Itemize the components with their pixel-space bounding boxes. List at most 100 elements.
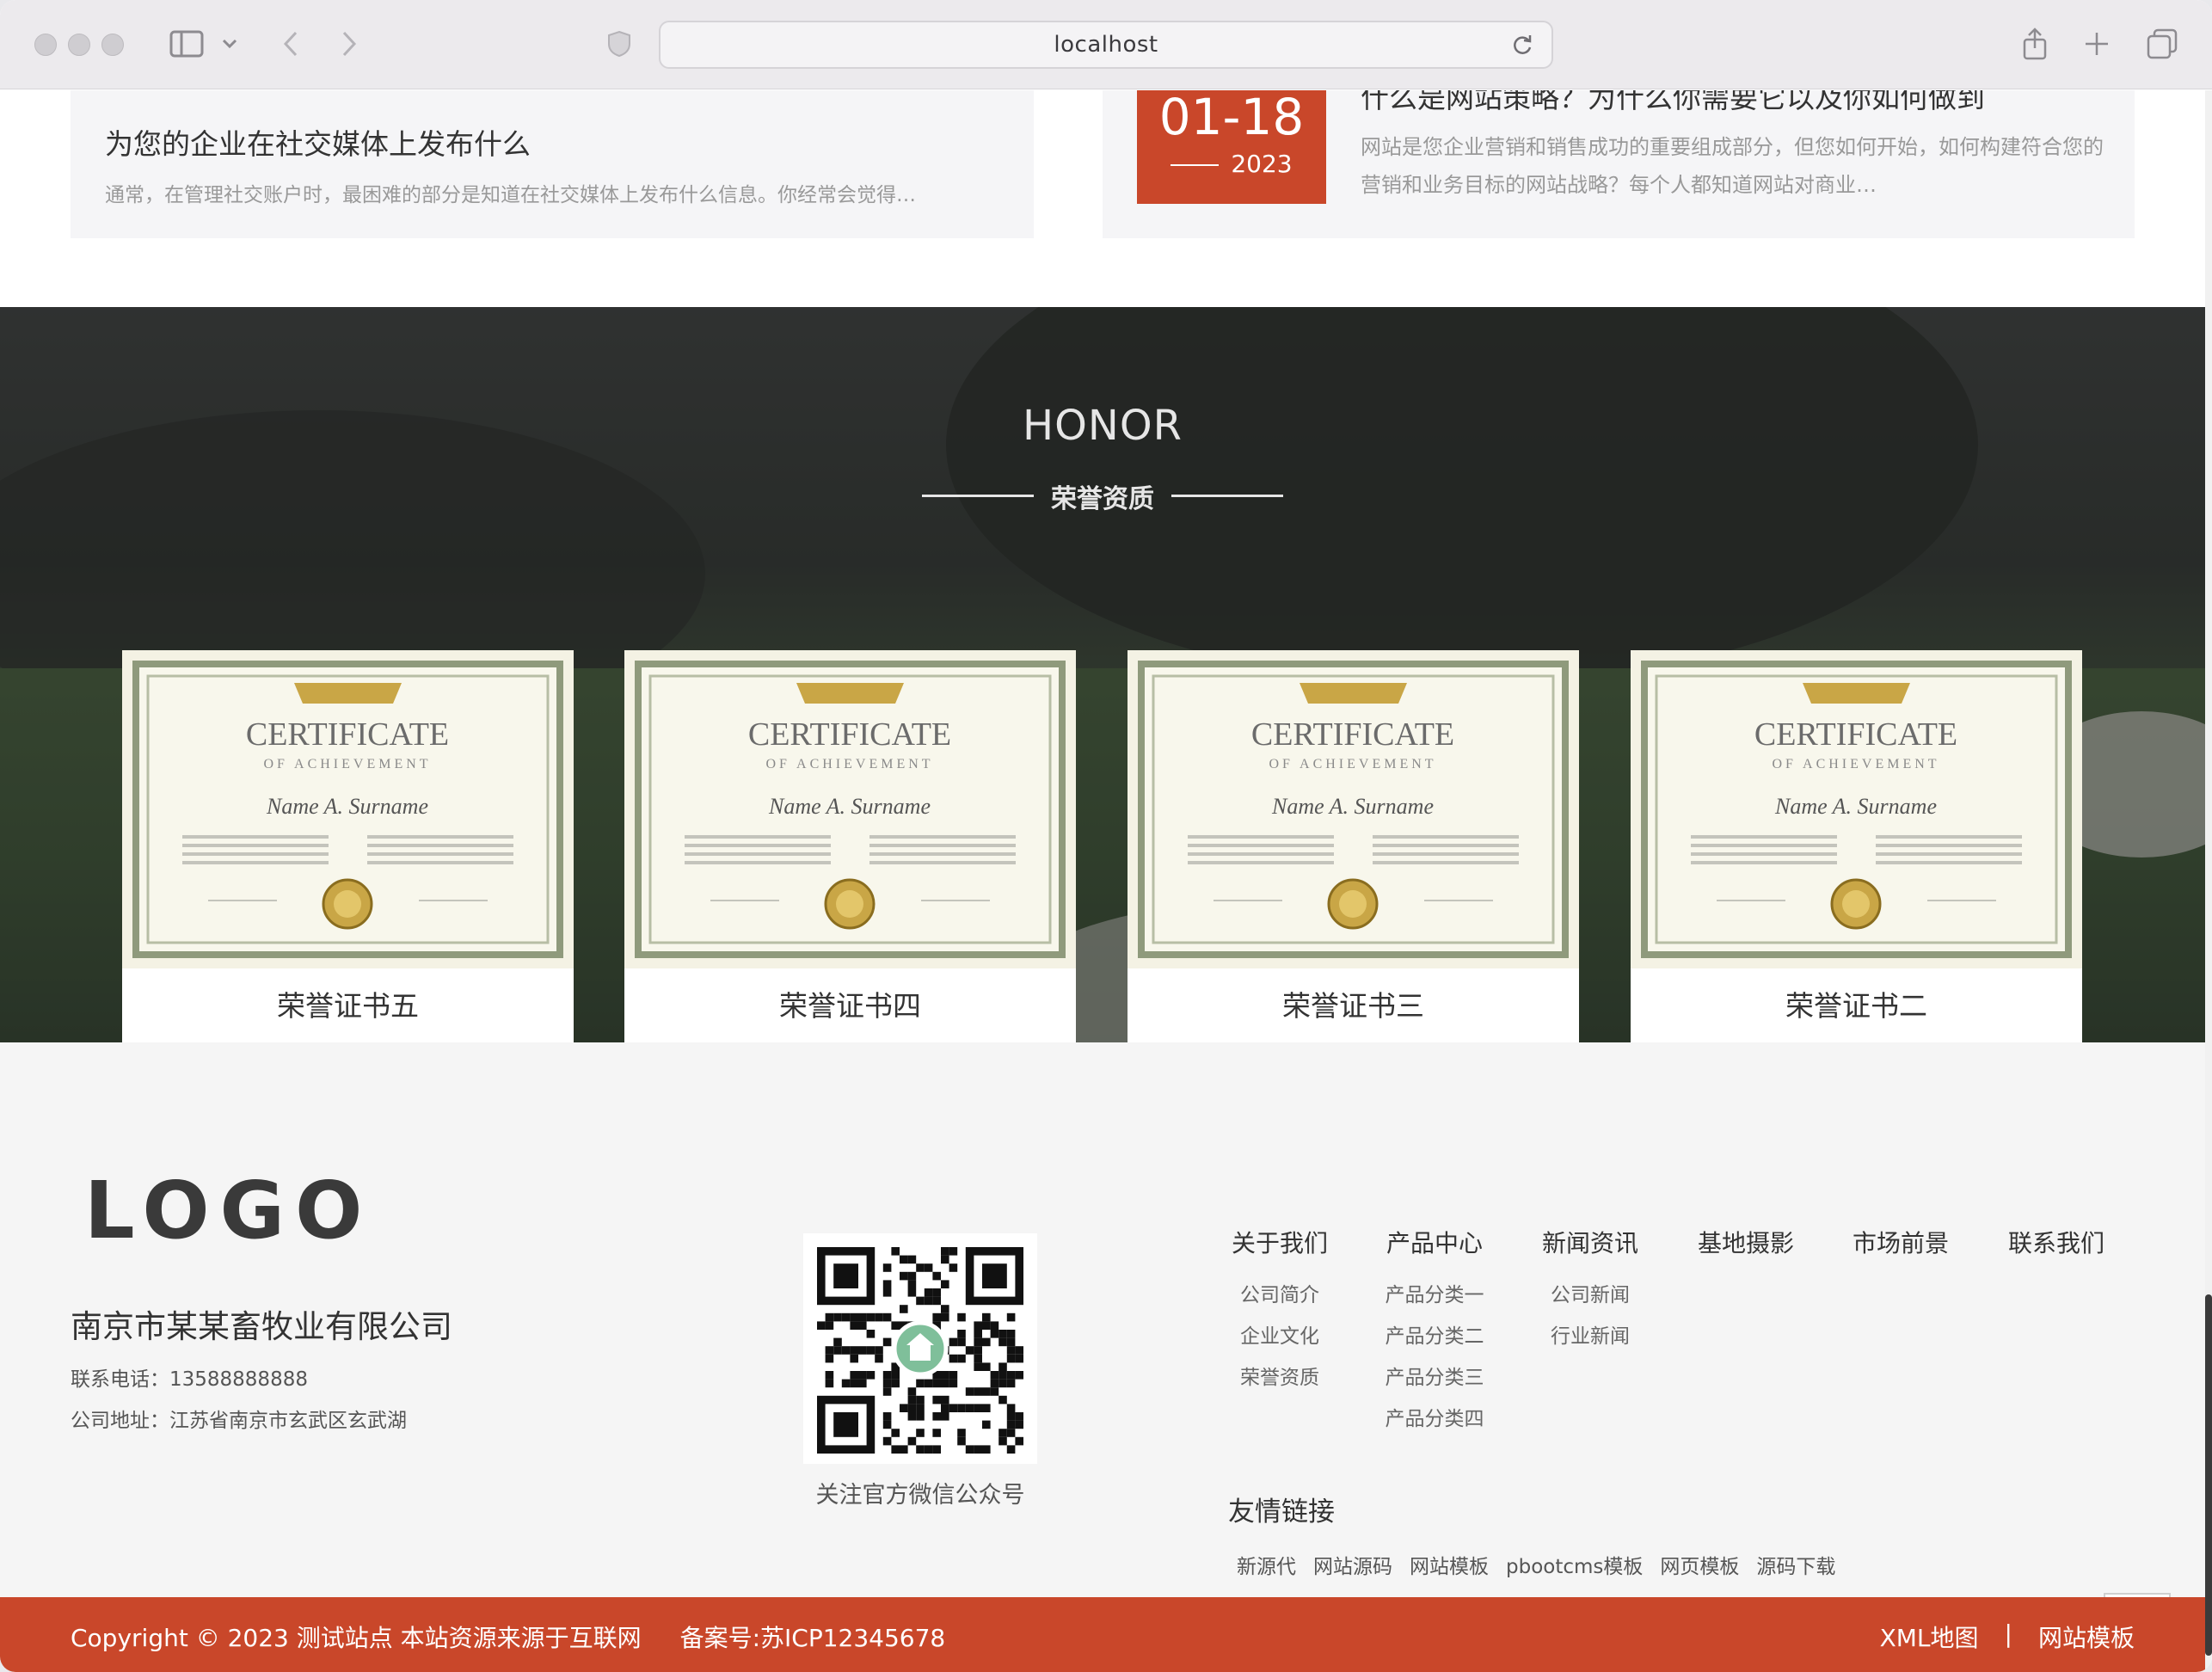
icp-link[interactable]: 备案号:苏ICP12345678: [680, 1624, 946, 1652]
footer-nav-heading[interactable]: 基地摄影: [1668, 1225, 1823, 1278]
footer-nav-link[interactable]: 公司简介: [1202, 1278, 1357, 1319]
footer-logo[interactable]: LOGO: [84, 1165, 372, 1257]
tab-overview-dropdown[interactable]: [217, 22, 243, 65]
tabs-icon: [2147, 28, 2178, 59]
copyright-text: Copyright © 2023 测试站点 本站资源来源于互联网: [71, 1624, 642, 1652]
privacy-shield-button[interactable]: [602, 22, 636, 65]
website-template-link[interactable]: 网站模板: [2038, 1620, 2135, 1654]
footer-nav-heading[interactable]: 联系我们: [1979, 1225, 2134, 1278]
certificate-image[interactable]: CERTIFICATE OF ACHIEVEMENT Name A. Surname: [624, 650, 1076, 968]
sidebar-toggle-button[interactable]: [165, 22, 208, 65]
footer: LOGO 南京市某某畜牧业有限公司 联系电话：13588888888 公司地址：…: [0, 1042, 2205, 1660]
footer-nav-column: 市场前景: [1823, 1225, 1978, 1278]
wechat-qr-code: [803, 1233, 1037, 1464]
certificate-image[interactable]: CERTIFICATE OF ACHIEVEMENT Name A. Surname: [122, 650, 574, 968]
news-item[interactable]: 为您的企业在社交媒体上发布什么 通常，在管理社交账户时，最困难的部分是知道在社交…: [71, 90, 1034, 238]
friend-link[interactable]: pbootcms模板: [1506, 1550, 1643, 1579]
back-button[interactable]: [273, 22, 308, 65]
certificate-name: Name A. Surname: [1271, 794, 1434, 819]
link-separator: |: [2004, 1620, 2012, 1648]
footer-nav-link[interactable]: 产品分类二: [1357, 1319, 1512, 1361]
certificate-image[interactable]: CERTIFICATE OF ACHIEVEMENT Name A. Surname: [1631, 650, 2082, 968]
footer-nav-heading[interactable]: 产品中心: [1357, 1225, 1512, 1278]
chevron-right-icon: [342, 31, 357, 57]
copyright-bar: Copyright © 2023 测试站点 本站资源来源于互联网 备案号:苏IC…: [0, 1597, 2205, 1672]
certificate-card[interactable]: CERTIFICATE OF ACHIEVEMENT Name A. Surname…: [122, 650, 574, 1042]
footer-nav-heading[interactable]: 新闻资讯: [1513, 1225, 1668, 1278]
friend-link[interactable]: 网页模板: [1660, 1550, 1739, 1579]
minimize-window-button[interactable]: [68, 34, 90, 56]
company-name: 南京市某某畜牧业有限公司: [71, 1308, 452, 1345]
qr-code-image: [817, 1247, 1023, 1454]
certificate-card[interactable]: CERTIFICATE OF ACHIEVEMENT Name A. Surname…: [1128, 650, 1579, 1042]
certificate-label[interactable]: 荣誉证书三: [1128, 968, 1579, 1042]
close-window-button[interactable]: [34, 34, 57, 56]
browser-window: localhost 为您的企业在社交媒体上发布什么 通常，在管理社交账户时，最困…: [0, 0, 2212, 1672]
certificate-graphic: CERTIFICATE OF ACHIEVEMENT Name A. Surname: [624, 650, 1076, 968]
certificate-subtitle: OF ACHIEVEMENT: [765, 757, 933, 771]
friend-link[interactable]: 新源代: [1237, 1550, 1296, 1579]
chevron-down-icon: [222, 39, 237, 49]
certificate-label[interactable]: 荣誉证书五: [122, 968, 574, 1042]
footer-nav-link[interactable]: 荣誉资质: [1202, 1361, 1357, 1402]
qr-caption: 关注官方微信公众号: [815, 1482, 1025, 1509]
certificate-image[interactable]: CERTIFICATE OF ACHIEVEMENT Name A. Surname: [1128, 650, 1579, 968]
certificate-label[interactable]: 荣誉证书四: [624, 968, 1076, 1042]
friend-link[interactable]: 网站模板: [1410, 1550, 1489, 1579]
zoom-window-button[interactable]: [101, 34, 124, 56]
reload-button[interactable]: [1510, 33, 1534, 60]
honor-title-en: HONOR: [1023, 402, 1183, 450]
footer-nav-link[interactable]: 产品分类三: [1357, 1361, 1512, 1402]
footer-nav-column: 联系我们: [1979, 1225, 2134, 1278]
chevron-left-icon: [283, 31, 298, 57]
certificate-card[interactable]: CERTIFICATE OF ACHIEVEMENT Name A. Surname…: [624, 650, 1076, 1042]
friend-link[interactable]: 网站源码: [1313, 1550, 1392, 1579]
certificate-graphic: CERTIFICATE OF ACHIEVEMENT Name A. Surname: [1631, 650, 2082, 968]
friend-links: 新源代 网站源码 网站模板 pbootcms模板 网页模板 源码下载: [1237, 1550, 1835, 1579]
certificate-name: Name A. Surname: [266, 794, 428, 819]
footer-nav-column: 关于我们 公司简介 企业文化 荣誉资质: [1202, 1225, 1357, 1402]
copyright-left: Copyright © 2023 测试站点 本站资源来源于互联网 备案号:苏IC…: [71, 1620, 945, 1654]
certificate-card[interactable]: CERTIFICATE OF ACHIEVEMENT Name A. Surname…: [1631, 650, 2082, 1042]
shield-icon: [608, 30, 630, 58]
scrollbar-thumb[interactable]: [2205, 1294, 2212, 1656]
title-divider-right: [1171, 495, 1283, 497]
certificate-label[interactable]: 荣誉证书二: [1631, 968, 2082, 1042]
news-description: 通常，在管理社交账户时，最困难的部分是知道在社交媒体上发布什么信息。你经常会觉得…: [105, 184, 916, 206]
plus-icon: [2086, 33, 2108, 55]
certificate-subtitle: OF ACHIEVEMENT: [1269, 757, 1436, 771]
forward-button[interactable]: [332, 22, 366, 65]
sidebar-icon: [169, 30, 204, 58]
footer-nav-heading[interactable]: 关于我们: [1202, 1225, 1357, 1278]
news-item[interactable]: 01-18 2023 什么是网站策略？为什么你需要它以及你如何做到 网站是您企业…: [1103, 90, 2135, 238]
news-date-badge: 01-18 2023: [1137, 90, 1326, 204]
footer-nav-link[interactable]: 产品分类四: [1357, 1402, 1512, 1443]
news-title[interactable]: 为您的企业在社交媒体上发布什么: [105, 121, 531, 163]
company-phone: 联系电话：13588888888: [71, 1368, 308, 1391]
footer-nav-column: 基地摄影: [1668, 1225, 1823, 1278]
footer-nav-heading[interactable]: 市场前景: [1823, 1225, 1978, 1278]
footer-nav-link[interactable]: 行业新闻: [1513, 1319, 1668, 1361]
copyright-right: XML地图 | 网站模板: [1880, 1620, 2135, 1654]
footer-nav-link[interactable]: 产品分类一: [1357, 1278, 1512, 1319]
certificate-title: CERTIFICATE: [1251, 716, 1454, 753]
certificate-title: CERTIFICATE: [246, 716, 449, 753]
honor-section: HONOR 荣誉资质 CERTIFICATE OF ACHIEVEMENT Name…: [0, 307, 2205, 1042]
honor-title-cn: 荣誉资质: [1051, 484, 1154, 514]
reload-icon: [1514, 35, 1532, 54]
news-title[interactable]: 什么是网站策略？为什么你需要它以及你如何做到: [1361, 90, 1985, 116]
certificate-title: CERTIFICATE: [1754, 716, 1957, 753]
tab-overview-button[interactable]: [2145, 22, 2179, 65]
url-text: localhost: [1054, 32, 1158, 58]
xml-sitemap-link[interactable]: XML地图: [1880, 1620, 1979, 1654]
footer-nav-link[interactable]: 企业文化: [1202, 1319, 1357, 1361]
certificate-graphic: CERTIFICATE OF ACHIEVEMENT Name A. Surname: [122, 650, 574, 968]
news-date-year-row: 2023: [1137, 147, 1326, 181]
share-button[interactable]: [2018, 22, 2052, 65]
address-bar[interactable]: localhost: [659, 21, 1553, 69]
certificate-graphic: CERTIFICATE OF ACHIEVEMENT Name A. Surname: [1128, 650, 1579, 968]
friend-link[interactable]: 源码下载: [1756, 1550, 1835, 1579]
page-scrollbar[interactable]: [2205, 90, 2212, 1672]
new-tab-button[interactable]: [2080, 22, 2114, 65]
footer-nav-link[interactable]: 公司新闻: [1513, 1278, 1668, 1319]
